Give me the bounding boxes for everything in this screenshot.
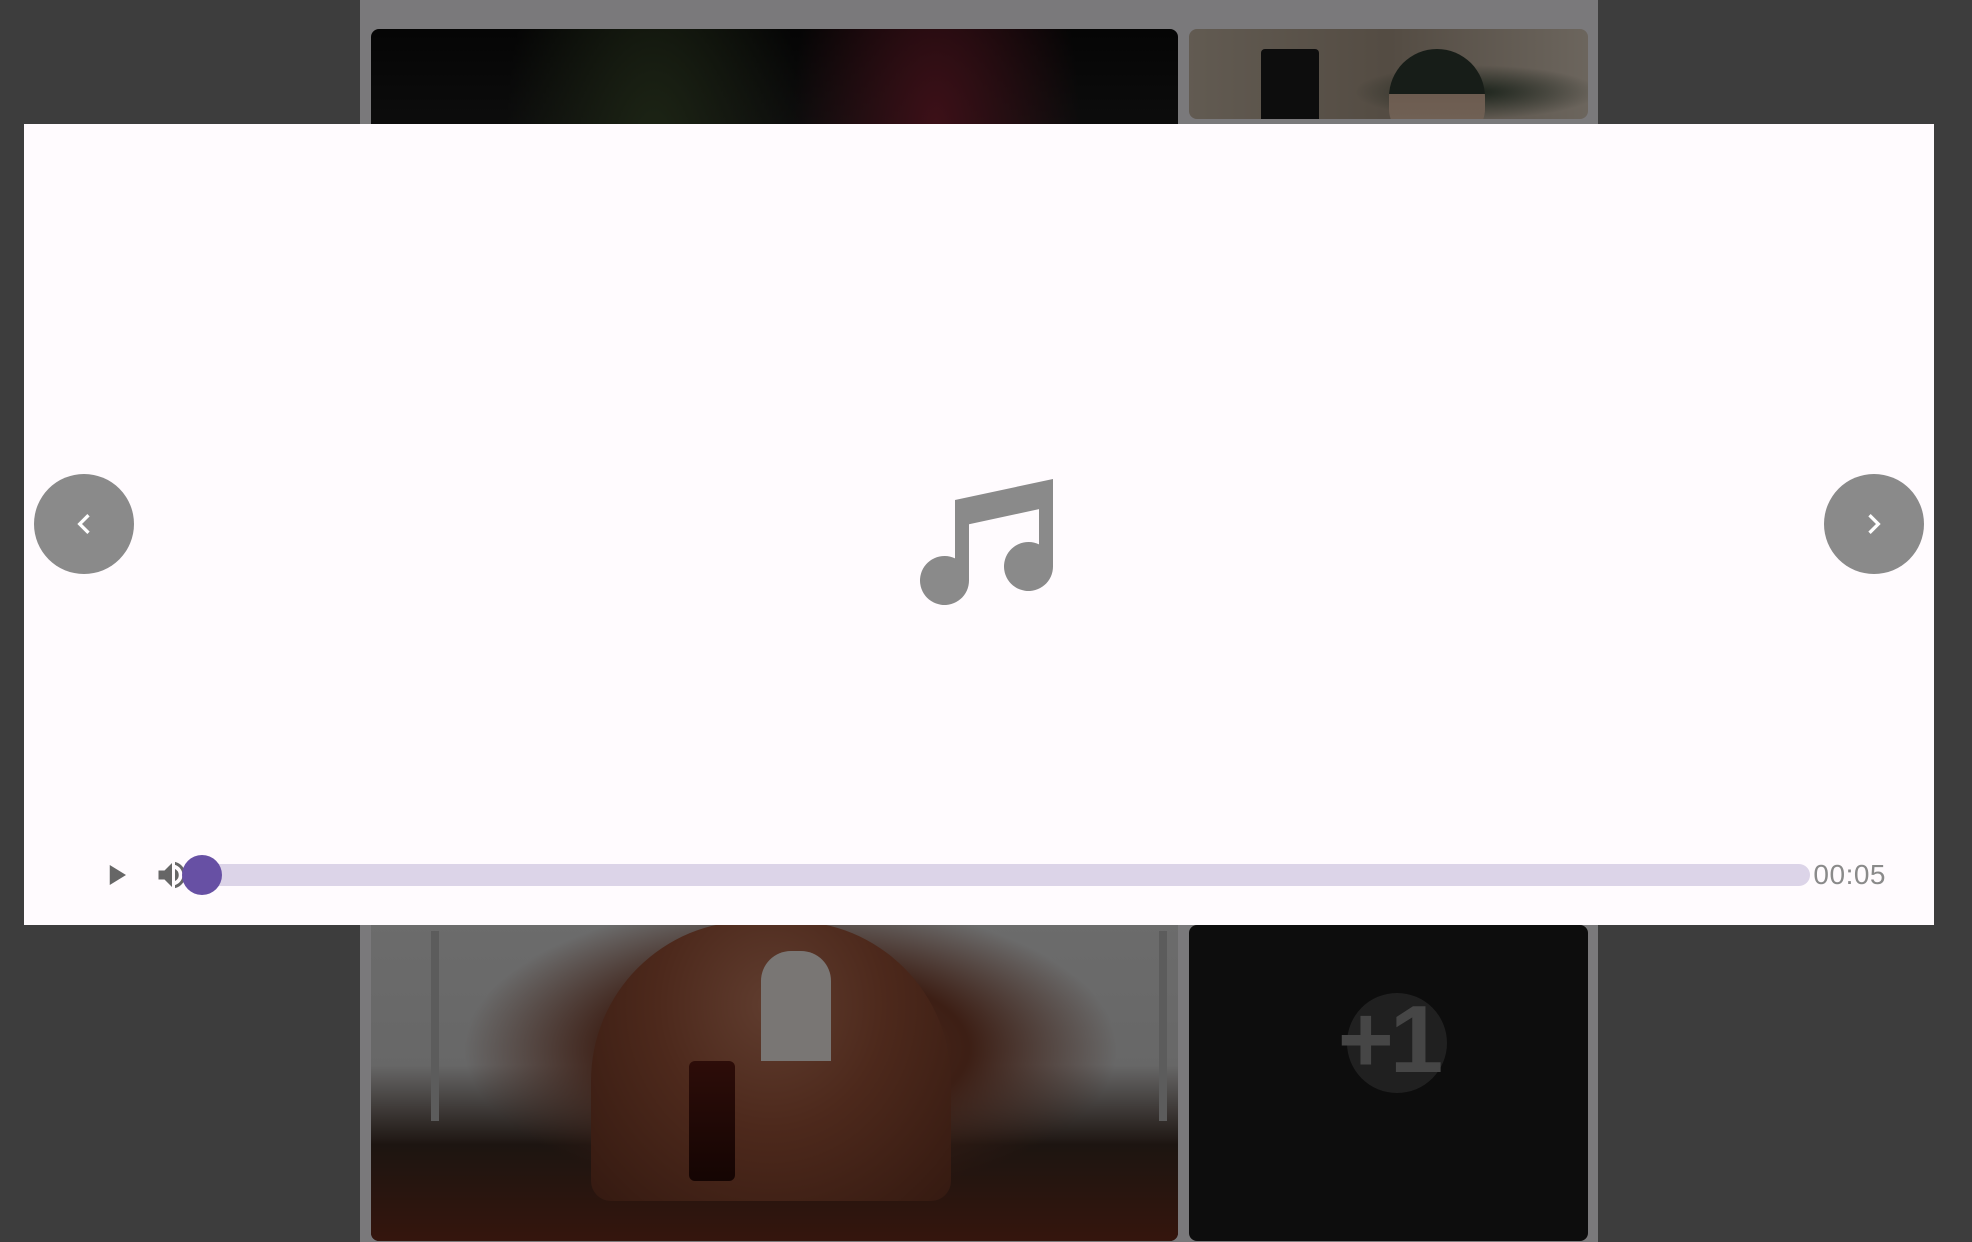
play-icon	[109, 865, 126, 885]
time-remaining-label: 00:05	[1813, 859, 1886, 890]
next-button[interactable]	[1824, 474, 1924, 574]
chevron-right-icon	[1868, 514, 1881, 534]
progress-slider[interactable]	[181, 855, 1810, 895]
play-button[interactable]	[96, 855, 136, 895]
progress-track	[192, 864, 1810, 886]
media-area	[24, 124, 1934, 835]
media-viewer-dialog: 00:05	[24, 124, 1934, 925]
music-note-icon	[920, 479, 1053, 606]
progress-thumb[interactable]	[181, 855, 222, 895]
chevron-left-icon	[77, 514, 90, 534]
previous-button[interactable]	[34, 474, 134, 574]
player-controls: 00:05	[24, 835, 1934, 925]
